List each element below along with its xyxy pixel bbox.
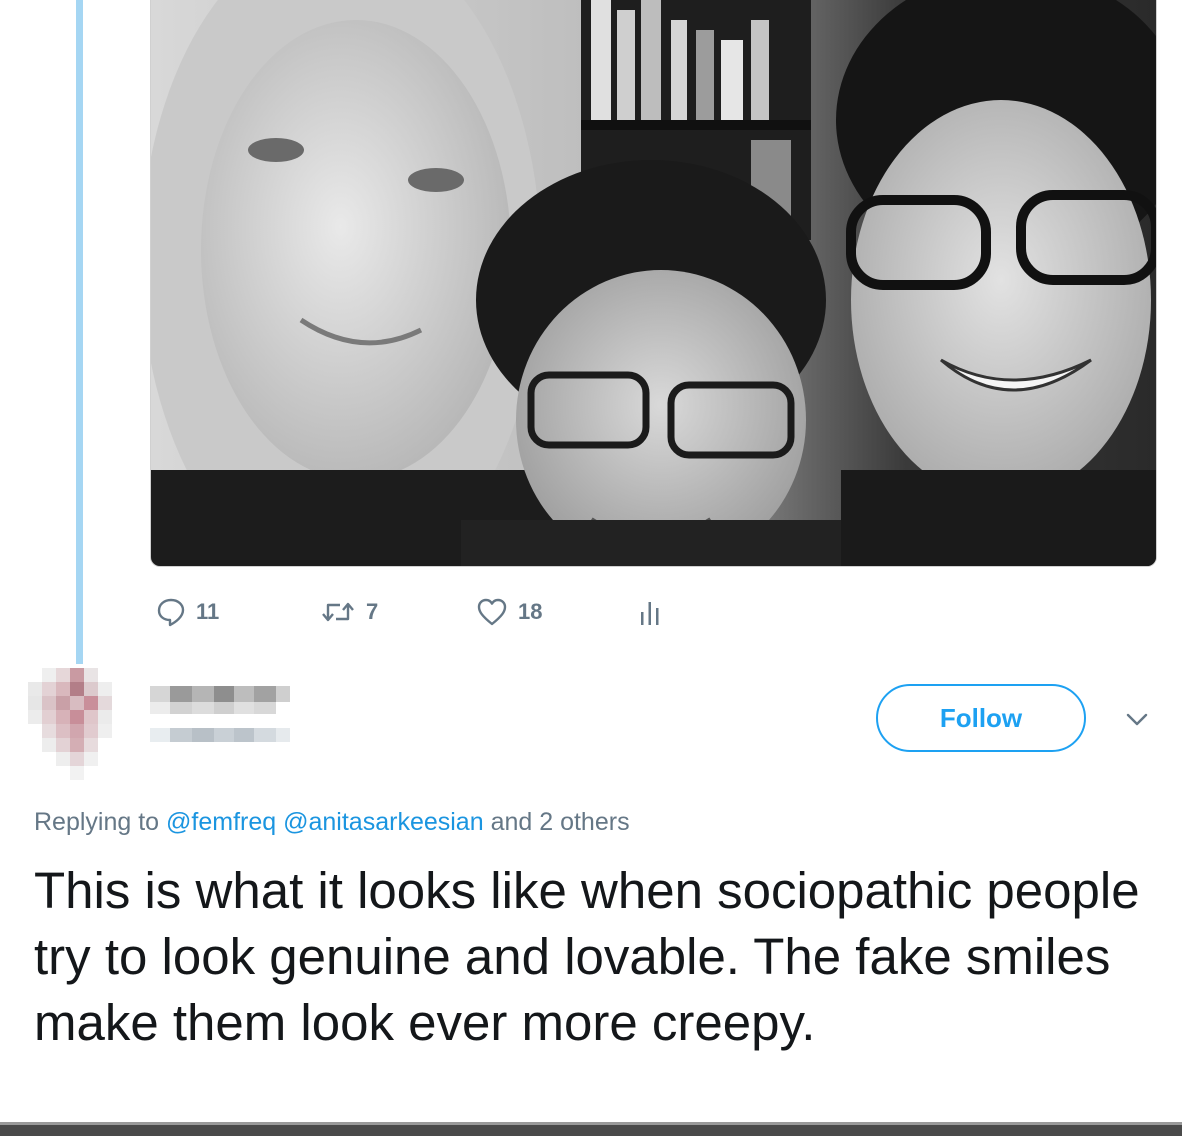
tweet-action-bar: 11 7 18 (150, 590, 850, 634)
bottom-edge-bar (0, 1122, 1182, 1136)
analytics-button[interactable] (638, 590, 662, 634)
like-button[interactable]: 18 (476, 590, 542, 634)
mention-anitasarkeesian[interactable]: @anitasarkeesian (283, 808, 484, 836)
avatar[interactable] (28, 668, 128, 786)
chevron-down-icon[interactable] (1124, 706, 1150, 732)
thread-connector-line (76, 0, 83, 664)
replying-to-others[interactable]: and 2 others (491, 808, 630, 836)
replying-to-line: Replying to @femfreq @anitasarkeesian an… (34, 808, 630, 837)
analytics-icon (641, 602, 659, 625)
reply-icon (157, 598, 185, 627)
tweet-text: This is what it looks like when sociopat… (34, 862, 1140, 1051)
like-count: 18 (518, 599, 543, 624)
reply-count: 11 (196, 599, 220, 624)
mention-femfreq[interactable]: @femfreq (166, 808, 276, 836)
retweet-count: 7 (366, 599, 379, 624)
retweet-button[interactable]: 7 (320, 590, 378, 634)
heart-icon (477, 598, 507, 626)
follow-button[interactable]: Follow (876, 684, 1086, 752)
tweet-photo-image (151, 0, 1156, 566)
retweet-icon (322, 602, 354, 622)
replying-to-prefix: Replying to (34, 808, 160, 836)
display-name-redacted (150, 686, 290, 742)
reply-button[interactable]: 11 (156, 590, 219, 634)
tweet-photo[interactable] (150, 0, 1157, 567)
